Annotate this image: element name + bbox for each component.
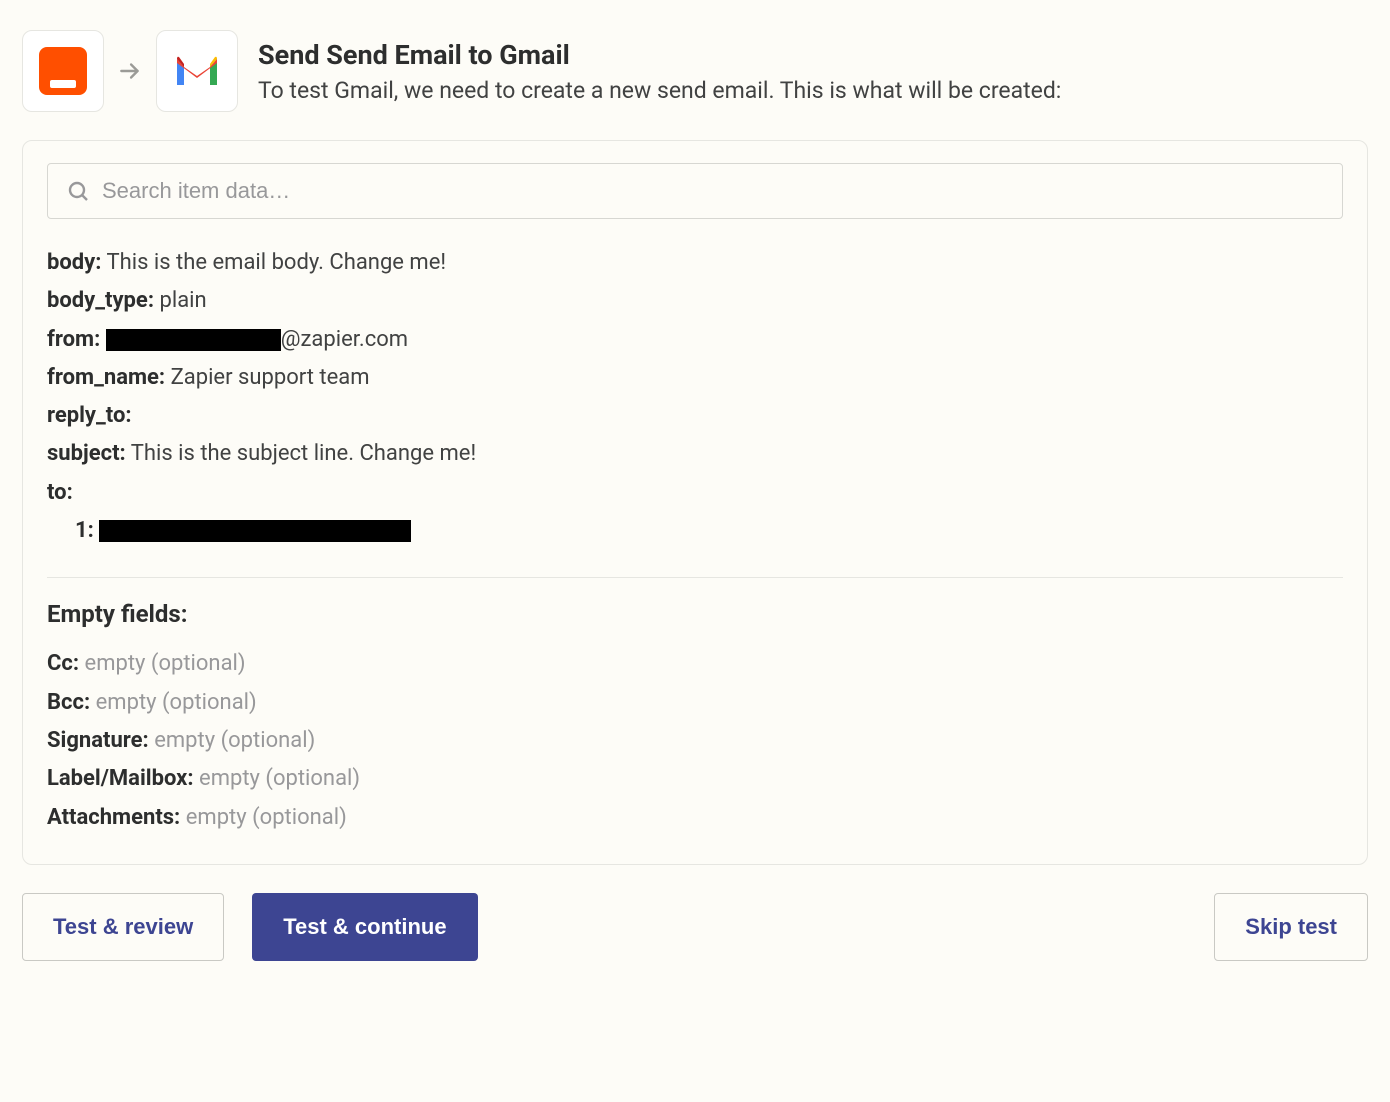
- preview-panel: body: This is the email body. Change me!…: [22, 140, 1368, 865]
- field-value: empty (optional): [96, 690, 257, 715]
- zapier-source-icon: [37, 45, 89, 97]
- field-key: Cc:: [47, 651, 79, 676]
- search-input[interactable]: [102, 178, 1324, 204]
- target-app-icon: [156, 30, 238, 112]
- field-key: from:: [47, 327, 100, 352]
- field-key: subject:: [47, 441, 126, 466]
- header-row: Send Send Email to Gmail To test Gmail, …: [22, 30, 1368, 112]
- empty-field: Attachments: empty (optional): [47, 800, 1343, 836]
- field-key: Bcc:: [47, 690, 90, 715]
- source-app-icon: [22, 30, 104, 112]
- header-text: Send Send Email to Gmail To test Gmail, …: [258, 39, 1061, 104]
- field-subject: subject: This is the subject line. Chang…: [47, 436, 1343, 472]
- skip-test-button[interactable]: Skip test: [1214, 893, 1368, 961]
- field-value: plain: [159, 288, 206, 313]
- field-to: to:: [47, 475, 1343, 511]
- field-value: empty (optional): [186, 805, 347, 830]
- field-key: Attachments:: [47, 805, 180, 830]
- page-title: Send Send Email to Gmail: [258, 39, 1061, 71]
- field-value: This is the email body. Change me!: [106, 250, 446, 275]
- field-from: from: @zapier.com: [47, 322, 1343, 358]
- empty-field: Signature: empty (optional): [47, 723, 1343, 759]
- field-value: empty (optional): [199, 766, 360, 791]
- field-body: body: This is the email body. Change me!: [47, 245, 1343, 281]
- redacted-value: [106, 329, 281, 351]
- button-row: Test & review Test & continue Skip test: [22, 893, 1368, 961]
- field-key: from_name:: [47, 365, 165, 390]
- field-key: body:: [47, 250, 101, 275]
- field-value-suffix: @zapier.com: [281, 327, 408, 352]
- field-index: 1:: [75, 518, 94, 543]
- field-key: body_type:: [47, 288, 154, 313]
- divider: [47, 577, 1343, 578]
- empty-fields-list: Cc: empty (optional) Bcc: empty (optiona…: [47, 646, 1343, 835]
- field-key: reply_to:: [47, 403, 132, 428]
- field-value: empty (optional): [85, 651, 246, 676]
- test-review-button[interactable]: Test & review: [22, 893, 224, 961]
- field-to-item: 1:: [47, 513, 1343, 549]
- gmail-icon: [171, 45, 223, 97]
- page-subtitle: To test Gmail, we need to create a new s…: [258, 77, 1061, 104]
- field-key: to:: [47, 480, 73, 505]
- field-body-type: body_type: plain: [47, 283, 1343, 319]
- empty-fields-heading: Empty fields:: [47, 600, 1343, 628]
- empty-field: Cc: empty (optional): [47, 646, 1343, 682]
- test-continue-button[interactable]: Test & continue: [252, 893, 477, 961]
- field-reply-to: reply_to:: [47, 398, 1343, 434]
- field-key: Signature:: [47, 728, 149, 753]
- app-icons: [22, 30, 238, 112]
- empty-field: Bcc: empty (optional): [47, 685, 1343, 721]
- empty-field: Label/Mailbox: empty (optional): [47, 761, 1343, 797]
- field-value: Zapier support team: [171, 365, 370, 390]
- field-key: Label/Mailbox:: [47, 766, 194, 791]
- arrow-right-icon: [116, 57, 144, 85]
- search-icon: [66, 179, 90, 203]
- field-value: This is the subject line. Change me!: [131, 441, 476, 466]
- search-box[interactable]: [47, 163, 1343, 219]
- field-from-name: from_name: Zapier support team: [47, 360, 1343, 396]
- data-list: body: This is the email body. Change me!…: [47, 245, 1343, 549]
- redacted-value: [99, 520, 411, 542]
- field-value: empty (optional): [154, 728, 315, 753]
